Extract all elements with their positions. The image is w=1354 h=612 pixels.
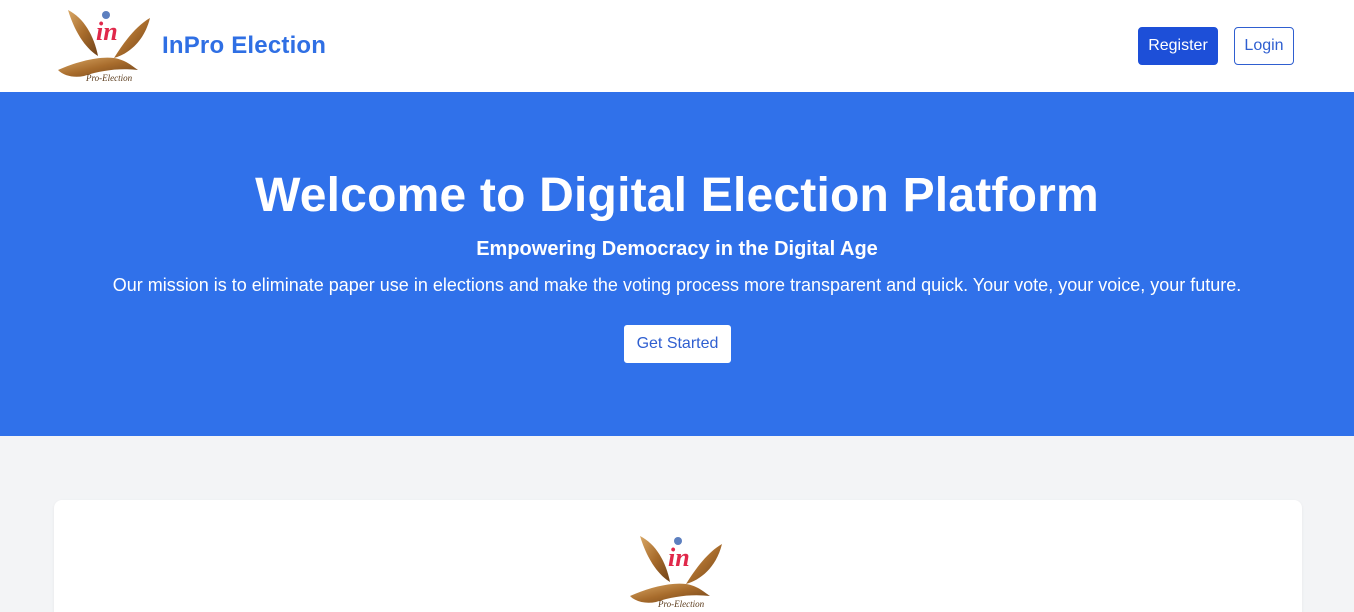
card-logo-text: Pro-Election [657, 599, 705, 609]
brand-name[interactable]: InPro Election [162, 32, 326, 60]
hero-title: Welcome to Digital Election Platform [255, 169, 1099, 222]
logo-letters: in [96, 17, 118, 46]
hero-subtitle: Empowering Democracy in the Digital Age [476, 238, 878, 260]
brand[interactable]: in Pro-Election InPro Election [54, 6, 326, 86]
register-button[interactable]: Register [1138, 27, 1218, 65]
get-started-button[interactable]: Get Started [624, 325, 731, 363]
content-card: in Pro-Election [54, 500, 1302, 612]
hero-section: Welcome to Digital Election Platform Emp… [0, 92, 1354, 436]
site-header: in Pro-Election InPro Election Register … [0, 0, 1354, 92]
login-button[interactable]: Login [1234, 27, 1294, 65]
logo-text: Pro-Election [85, 73, 133, 83]
header-nav: Register Login [1138, 27, 1294, 65]
card-logo-icon: in Pro-Election [626, 532, 724, 612]
card-logo-letters: in [668, 543, 690, 572]
logo-icon: in Pro-Election [54, 6, 152, 86]
hero-mission: Our mission is to eliminate paper use in… [112, 275, 1242, 295]
